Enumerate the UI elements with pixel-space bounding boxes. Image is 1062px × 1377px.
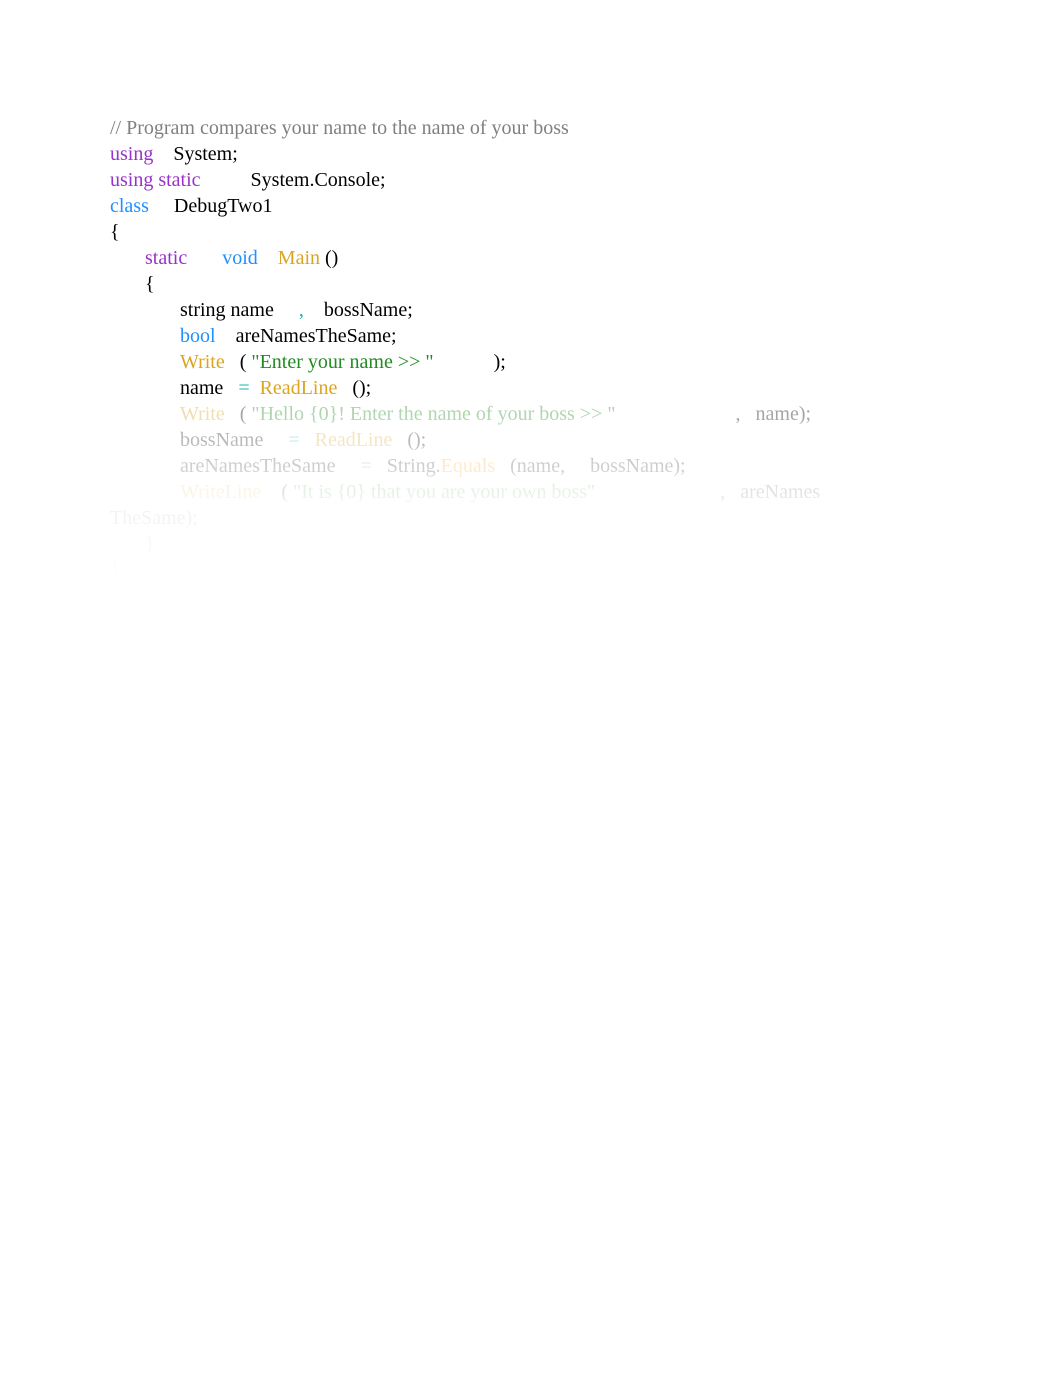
code-brace-open: { xyxy=(110,219,952,245)
code-brace-close: } xyxy=(110,557,952,583)
code-brace-close-inner: } xyxy=(110,531,952,557)
code-line-main: static void Main () xyxy=(110,245,952,271)
code-line-bool-decl: bool areNamesTheSame; xyxy=(110,323,952,349)
code-line-writeline: WriteLine ( "It is {0} that you are your… xyxy=(110,479,952,505)
code-line-string-decl: string name , bossName; xyxy=(110,297,952,323)
code-line-write2: Write ( "Hello {0}! Enter the name of yo… xyxy=(110,401,952,427)
code-line-using: using System; xyxy=(110,141,952,167)
code-brace-open-inner: { xyxy=(110,271,952,297)
code-line-class: class DebugTwo1 xyxy=(110,193,952,219)
code-line-using-static: using static System.Console; xyxy=(110,167,952,193)
faded-section: Write ( "Hello {0}! Enter the name of yo… xyxy=(110,401,952,583)
code-line-readline1: name = ReadLine (); xyxy=(110,375,952,401)
code-line-equals: areNamesTheSame = String.Equals (name, b… xyxy=(110,453,952,479)
code-line-readline2: bossName = ReadLine (); xyxy=(110,427,952,453)
code-block: // Program compares your name to the nam… xyxy=(110,115,952,583)
code-line-write1: Write ( "Enter your name >> " ); xyxy=(110,349,952,375)
code-line-continuation: TheSame); xyxy=(110,505,952,531)
code-comment: // Program compares your name to the nam… xyxy=(110,115,952,141)
